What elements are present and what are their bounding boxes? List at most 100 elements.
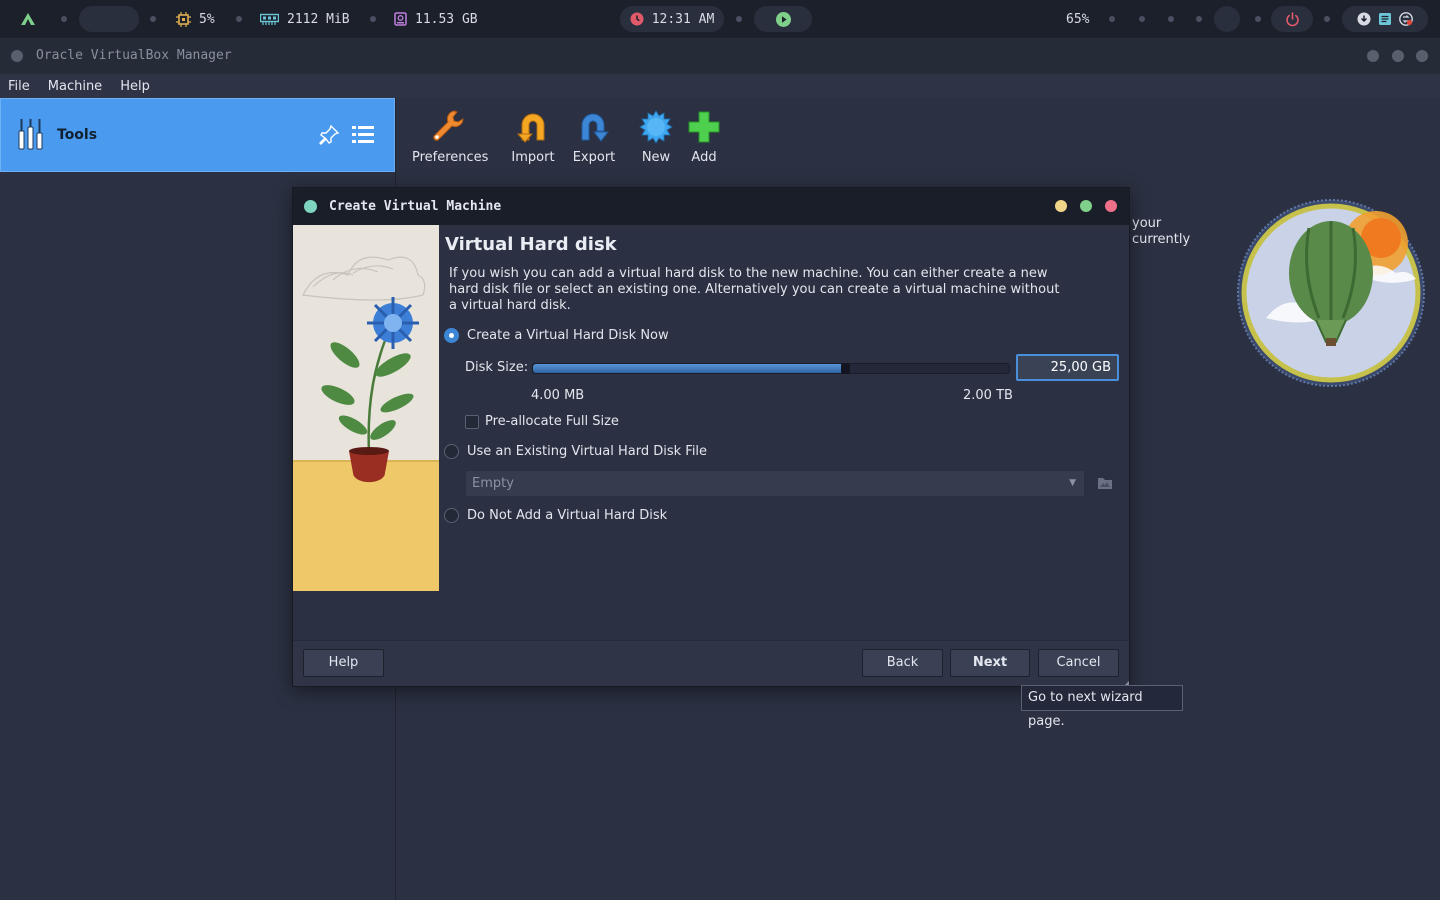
preferences-label: Preferences bbox=[412, 150, 489, 165]
tray-dot[interactable] bbox=[1109, 16, 1115, 22]
dialog-title: Create Virtual Machine bbox=[329, 199, 502, 214]
minimize-button[interactable] bbox=[1367, 50, 1379, 62]
play-icon bbox=[775, 11, 791, 27]
welcome-text-line: your bbox=[1132, 216, 1162, 231]
add-plus-icon bbox=[669, 100, 739, 144]
choose-disk-file-button[interactable] bbox=[1097, 475, 1113, 491]
workspace-dot[interactable] bbox=[61, 16, 67, 22]
volume-widget[interactable]: 65% bbox=[1066, 0, 1089, 38]
wrench-icon bbox=[412, 100, 482, 144]
media-play-button[interactable] bbox=[754, 6, 812, 32]
cancel-button[interactable]: Cancel bbox=[1038, 649, 1119, 677]
window-title: Oracle VirtualBox Manager bbox=[36, 48, 232, 63]
clock-time: 12:31 AM bbox=[651, 11, 715, 27]
wizard-page-heading: Virtual Hard disk bbox=[445, 234, 617, 255]
existing-disk-label[interactable]: Use an Existing Virtual Hard Disk File bbox=[467, 444, 707, 459]
new-label: New bbox=[641, 150, 671, 165]
menu-help[interactable]: Help bbox=[120, 79, 150, 94]
disk-usage: 11.53 GB bbox=[415, 11, 478, 27]
wizard-flower-illustration bbox=[293, 225, 439, 591]
wizard-page-description: If you wish you can add a virtual hard d… bbox=[449, 266, 1060, 313]
menu-bar: File Machine Help bbox=[0, 74, 1440, 98]
tray-dot[interactable] bbox=[1324, 16, 1330, 22]
separator-dot bbox=[236, 16, 242, 22]
welcome-text-line: currently bbox=[1132, 232, 1191, 247]
welcome-text-fragment: your currently bbox=[1132, 216, 1190, 248]
create-disk-label[interactable]: Create a Virtual Hard Disk Now bbox=[467, 328, 669, 343]
tray-dot[interactable] bbox=[1196, 16, 1202, 22]
pin-icon[interactable] bbox=[317, 123, 341, 151]
disk-size-input[interactable]: 25,00 GB bbox=[1016, 354, 1119, 381]
add-label: Add bbox=[691, 150, 717, 165]
menu-file[interactable]: File bbox=[8, 79, 30, 94]
dialog-minimize-button[interactable] bbox=[1055, 200, 1067, 212]
dialog-title-bar[interactable]: Create Virtual Machine bbox=[293, 188, 1129, 225]
no-disk-label[interactable]: Do Not Add a Virtual Hard Disk bbox=[467, 508, 667, 523]
disk-size-min-label: 4.00 MB bbox=[531, 388, 585, 403]
export-icon bbox=[559, 100, 629, 144]
window-menu-button[interactable] bbox=[11, 50, 23, 62]
dialog-maximize-button[interactable] bbox=[1080, 200, 1092, 212]
disk-size-max-label: 2.00 TB bbox=[963, 388, 1013, 403]
cpu-usage: 5% bbox=[199, 11, 215, 27]
memory-icon bbox=[260, 13, 279, 25]
power-icon bbox=[1285, 11, 1300, 27]
export-label: Export bbox=[572, 150, 616, 165]
window-title-bar[interactable]: Oracle VirtualBox Manager bbox=[0, 38, 1440, 74]
menu-machine[interactable]: Machine bbox=[48, 79, 102, 94]
memory-usage: 2112 MiB bbox=[287, 11, 350, 27]
disk-icon bbox=[394, 12, 407, 26]
existing-disk-radio[interactable] bbox=[444, 444, 459, 459]
sidebar-item-tools[interactable]: Tools bbox=[0, 98, 395, 172]
download-tray-icon[interactable] bbox=[1357, 12, 1371, 26]
chevron-down-icon: ▼ bbox=[1069, 478, 1076, 488]
maximize-button[interactable] bbox=[1392, 50, 1404, 62]
sidebar-item-tools-label: Tools bbox=[57, 127, 98, 143]
hot-air-balloon-illustration bbox=[1236, 198, 1426, 388]
workspace-dot[interactable] bbox=[150, 16, 156, 22]
create-vm-dialog: Create Virtual Machine Virtual Hard disk… bbox=[292, 187, 1130, 691]
import-button[interactable]: Import bbox=[498, 100, 568, 165]
tray-apps bbox=[1342, 6, 1428, 32]
disk-size-slider[interactable] bbox=[532, 363, 1010, 374]
workspace-pill[interactable] bbox=[79, 6, 139, 32]
dialog-close-button[interactable] bbox=[1105, 200, 1117, 212]
dialog-menu-button[interactable] bbox=[304, 200, 317, 213]
clock-icon bbox=[630, 12, 644, 26]
existing-disk-select[interactable]: Empty ▼ bbox=[465, 470, 1085, 497]
cpu-icon bbox=[176, 11, 191, 27]
power-button[interactable] bbox=[1271, 6, 1313, 32]
disk-size-slider-fill bbox=[533, 364, 845, 373]
disk-size-slider-handle[interactable] bbox=[841, 363, 850, 374]
cpu-widget: 5% bbox=[176, 0, 215, 38]
close-button[interactable] bbox=[1416, 50, 1428, 62]
folder-icon bbox=[1098, 478, 1112, 489]
preallocate-label[interactable]: Pre-allocate Full Size bbox=[485, 414, 619, 429]
next-button[interactable]: Next bbox=[950, 649, 1030, 677]
update-tray-icon[interactable] bbox=[1399, 12, 1413, 26]
tools-icon bbox=[17, 117, 47, 155]
help-button[interactable]: Help bbox=[303, 649, 384, 677]
preallocate-checkbox[interactable] bbox=[465, 415, 479, 429]
notes-tray-icon[interactable] bbox=[1378, 12, 1392, 26]
disk-size-label: Disk Size: bbox=[465, 360, 529, 375]
no-disk-radio[interactable] bbox=[444, 508, 459, 523]
tray-dot[interactable] bbox=[1168, 16, 1174, 22]
import-icon bbox=[498, 100, 568, 144]
separator-dot bbox=[736, 16, 742, 22]
export-button[interactable]: Export bbox=[559, 100, 629, 165]
tray-circle-button[interactable] bbox=[1214, 6, 1240, 32]
create-disk-radio[interactable] bbox=[444, 328, 459, 343]
add-button[interactable]: Add bbox=[669, 100, 739, 165]
next-button-tooltip: Go to next wizard page. bbox=[1021, 685, 1183, 729]
disk-widget: 11.53 GB bbox=[394, 0, 478, 38]
tray-dot[interactable] bbox=[1255, 16, 1261, 22]
launcher-icon[interactable] bbox=[20, 0, 36, 38]
list-menu-icon[interactable] bbox=[351, 123, 375, 151]
clock-widget[interactable]: 12:31 AM bbox=[620, 6, 724, 32]
back-button[interactable]: Back bbox=[862, 649, 943, 677]
memory-widget: 2112 MiB bbox=[260, 0, 350, 38]
preferences-button[interactable]: Preferences bbox=[412, 100, 488, 165]
tray-dot[interactable] bbox=[1139, 16, 1145, 22]
existing-disk-select-value: Empty bbox=[472, 476, 514, 491]
